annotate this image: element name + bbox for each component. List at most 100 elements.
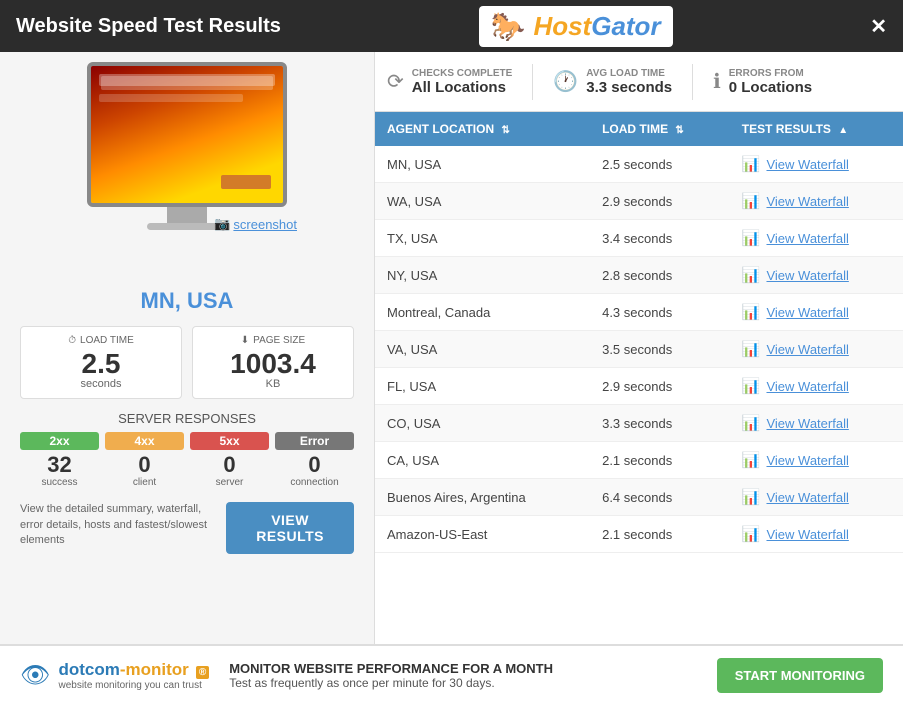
- col-load-time[interactable]: LOAD TIME ⇅: [590, 112, 730, 146]
- type-4xx: client: [105, 477, 184, 488]
- title-bar: Website Speed Test Results 🐎 HostGator ✕: [0, 0, 903, 52]
- monitor-stand: [167, 207, 207, 223]
- window-title: Website Speed Test Results: [16, 15, 281, 38]
- view-waterfall-link[interactable]: View Waterfall: [766, 416, 848, 431]
- cell-location: VA, USA: [375, 331, 590, 368]
- cell-waterfall: 📊 View Waterfall: [730, 331, 903, 368]
- cell-location: Buenos Aires, Argentina: [375, 479, 590, 516]
- close-button[interactable]: ✕: [870, 14, 887, 39]
- errors-item: ℹ ERRORS FROM 0 Locations: [713, 68, 812, 96]
- badge-4xx: 4xx: [105, 432, 184, 450]
- info-icon: ℹ: [713, 69, 721, 94]
- download-icon: ⬇: [241, 335, 249, 346]
- cell-location: CO, USA: [375, 405, 590, 442]
- bar-chart-icon: 📊: [742, 303, 761, 321]
- cell-location: MN, USA: [375, 146, 590, 183]
- load-time-unit: seconds: [31, 378, 171, 390]
- view-waterfall-link[interactable]: View Waterfall: [766, 379, 848, 394]
- cell-load-time: 3.5 seconds: [590, 331, 730, 368]
- view-waterfall-link[interactable]: View Waterfall: [766, 453, 848, 468]
- col-location[interactable]: AGENT LOCATION ⇅: [375, 112, 590, 146]
- table-row: Montreal, Canada4.3 seconds 📊 View Waterfa…: [375, 294, 903, 331]
- response-5xx: 5xx 0 server: [190, 432, 269, 488]
- table-row: CA, USA2.1 seconds📊View Waterfall: [375, 442, 903, 479]
- errors-info: ERRORS FROM 0 Locations: [729, 68, 812, 96]
- count-2xx: 32: [20, 453, 99, 477]
- load-time-box: ⏱ LOAD TIME 2.5 seconds: [20, 326, 182, 399]
- cell-waterfall: 📊 View Waterfall: [730, 368, 903, 405]
- view-waterfall-link[interactable]: View Waterfall: [766, 305, 848, 320]
- checks-label: CHECKS COMPLETE: [412, 68, 513, 79]
- cell-waterfall: 📊View Waterfall: [730, 183, 903, 220]
- cell-waterfall: 📊 View Waterfall: [730, 257, 903, 294]
- screenshot-link[interactable]: screenshot: [233, 217, 297, 232]
- bar-chart-icon: 📊: [742, 229, 761, 247]
- view-waterfall-link[interactable]: View Waterfall: [766, 268, 848, 283]
- summary-text: View the detailed summary, waterfall, er…: [20, 502, 214, 548]
- count-4xx: 0: [105, 453, 184, 477]
- cell-load-time: 3.3 seconds: [590, 405, 730, 442]
- results-table-wrapper: AGENT LOCATION ⇅ LOAD TIME ⇅ TEST RESULT…: [375, 112, 903, 644]
- view-waterfall-link[interactable]: View Waterfall: [766, 490, 848, 505]
- cell-waterfall: 📊 View Waterfall: [730, 294, 903, 331]
- view-results-button[interactable]: VIEW RESULTS: [226, 502, 354, 554]
- table-row: Buenos Aires, Argentina6.4 seconds📊View …: [375, 479, 903, 516]
- screenshot-link-area[interactable]: 📷 screenshot: [214, 216, 297, 232]
- view-waterfall-link[interactable]: View Waterfall: [766, 231, 848, 246]
- avg-load-info: AVG LOAD TIME 3.3 seconds: [586, 68, 672, 96]
- badge-error: Error: [275, 432, 354, 450]
- avg-load-label: AVG LOAD TIME: [586, 68, 672, 79]
- clock-icon: ⏱: [68, 335, 76, 346]
- footer: 👁 dotcom-monitor ® website monitoring yo…: [0, 644, 903, 704]
- bar-chart-icon: 📊: [742, 488, 761, 506]
- cell-location: FL, USA: [375, 368, 590, 405]
- cell-load-time: 2.8 seconds: [590, 257, 730, 294]
- table-row: Amazon-US-East2.1 seconds📊View Waterfall: [375, 516, 903, 553]
- cell-waterfall: 📊View Waterfall: [730, 516, 903, 553]
- cell-waterfall: 📊 View Waterfall: [730, 405, 903, 442]
- table-row: TX, USA3.4 seconds 📊 View Waterfall: [375, 220, 903, 257]
- view-waterfall-link[interactable]: View Waterfall: [766, 194, 848, 209]
- cell-load-time: 2.9 seconds: [590, 368, 730, 405]
- response-4xx: 4xx 0 client: [105, 432, 184, 488]
- page-size-label: ⬇ PAGE SIZE: [203, 335, 343, 346]
- cell-location: TX, USA: [375, 220, 590, 257]
- logo-text: HostGator: [533, 11, 660, 42]
- page-size-box: ⬇ PAGE SIZE 1003.4 KB: [192, 326, 354, 399]
- type-error: connection: [275, 477, 354, 488]
- count-5xx: 0: [190, 453, 269, 477]
- sort-icon-results: ▲: [838, 125, 848, 136]
- bar-chart-icon: 📊: [742, 155, 761, 173]
- bar-chart-icon: 📊: [742, 414, 761, 432]
- cell-load-time: 2.5 seconds: [590, 146, 730, 183]
- cell-load-time: 3.4 seconds: [590, 220, 730, 257]
- table-header: AGENT LOCATION ⇅ LOAD TIME ⇅ TEST RESULT…: [375, 112, 903, 146]
- cell-load-time: 4.3 seconds: [590, 294, 730, 331]
- cell-location: NY, USA: [375, 257, 590, 294]
- spinner-icon: ⟳: [387, 69, 404, 94]
- start-monitoring-button[interactable]: START MONITORING: [717, 658, 883, 693]
- view-waterfall-link[interactable]: View Waterfall: [766, 527, 848, 542]
- cell-location: Montreal, Canada: [375, 294, 590, 331]
- view-waterfall-link[interactable]: View Waterfall: [766, 342, 848, 357]
- cell-location: WA, USA: [375, 183, 590, 220]
- cell-location: CA, USA: [375, 442, 590, 479]
- clock-icon: 🕐: [553, 69, 578, 94]
- type-2xx: success: [20, 477, 99, 488]
- cell-waterfall: 📊 View Waterfall: [730, 479, 903, 516]
- footer-logo-text: dotcom-monitor ®: [58, 659, 209, 680]
- footer-logo-info: dotcom-monitor ® website monitoring you …: [58, 659, 209, 691]
- results-table: AGENT LOCATION ⇅ LOAD TIME ⇅ TEST RESULT…: [375, 112, 903, 553]
- col-test-results[interactable]: TEST RESULTS ▲: [730, 112, 903, 146]
- type-5xx: server: [190, 477, 269, 488]
- monitor-screen-area: [87, 62, 287, 207]
- avg-load-value: 3.3 seconds: [586, 79, 672, 96]
- checks-complete-item: ⟳ CHECKS COMPLETE All Locations: [387, 68, 512, 96]
- stats-row: ⏱ LOAD TIME 2.5 seconds ⬇ PAGE SIZE 1003…: [20, 326, 354, 399]
- cell-load-time: 2.9 seconds: [590, 183, 730, 220]
- bar-chart-icon: 📊: [742, 377, 761, 395]
- seahorse-icon: 🐎: [491, 10, 526, 43]
- bar-chart-icon: 📊: [742, 266, 761, 284]
- bar-chart-icon: 📊: [742, 340, 761, 358]
- view-waterfall-link[interactable]: View Waterfall: [766, 157, 848, 172]
